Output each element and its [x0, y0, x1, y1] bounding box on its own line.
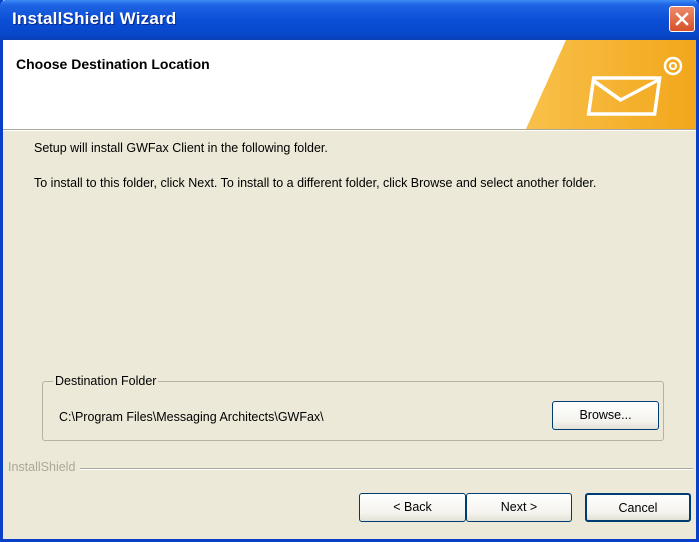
footer-divider [8, 468, 693, 470]
next-button[interactable]: Next > [466, 493, 572, 522]
close-icon [675, 12, 689, 26]
wizard-content: Setup will install GWFax Client in the f… [3, 131, 696, 542]
window-title: InstallShield Wizard [12, 9, 177, 28]
cancel-button[interactable]: Cancel [585, 493, 691, 522]
destination-folder-group: Destination Folder C:\Program Files\Mess… [42, 374, 664, 441]
installer-window: InstallShield Wizard Choose Destination … [0, 0, 699, 542]
installshield-brand: InstallShield [8, 460, 81, 474]
browse-button[interactable]: Browse... [552, 401, 659, 430]
instruction-text: To install to this folder, click Next. T… [34, 176, 597, 190]
back-button[interactable]: < Back [359, 493, 466, 522]
close-button[interactable] [669, 6, 695, 32]
destination-folder-label: Destination Folder [53, 374, 159, 388]
destination-path: C:\Program Files\Messaging Architects\GW… [59, 410, 324, 424]
header-graphic [526, 40, 696, 129]
wizard-header: Choose Destination Location [3, 40, 696, 129]
page-title: Choose Destination Location [16, 56, 210, 72]
title-bar[interactable]: InstallShield Wizard [0, 0, 699, 40]
intro-text: Setup will install GWFax Client in the f… [34, 141, 328, 155]
